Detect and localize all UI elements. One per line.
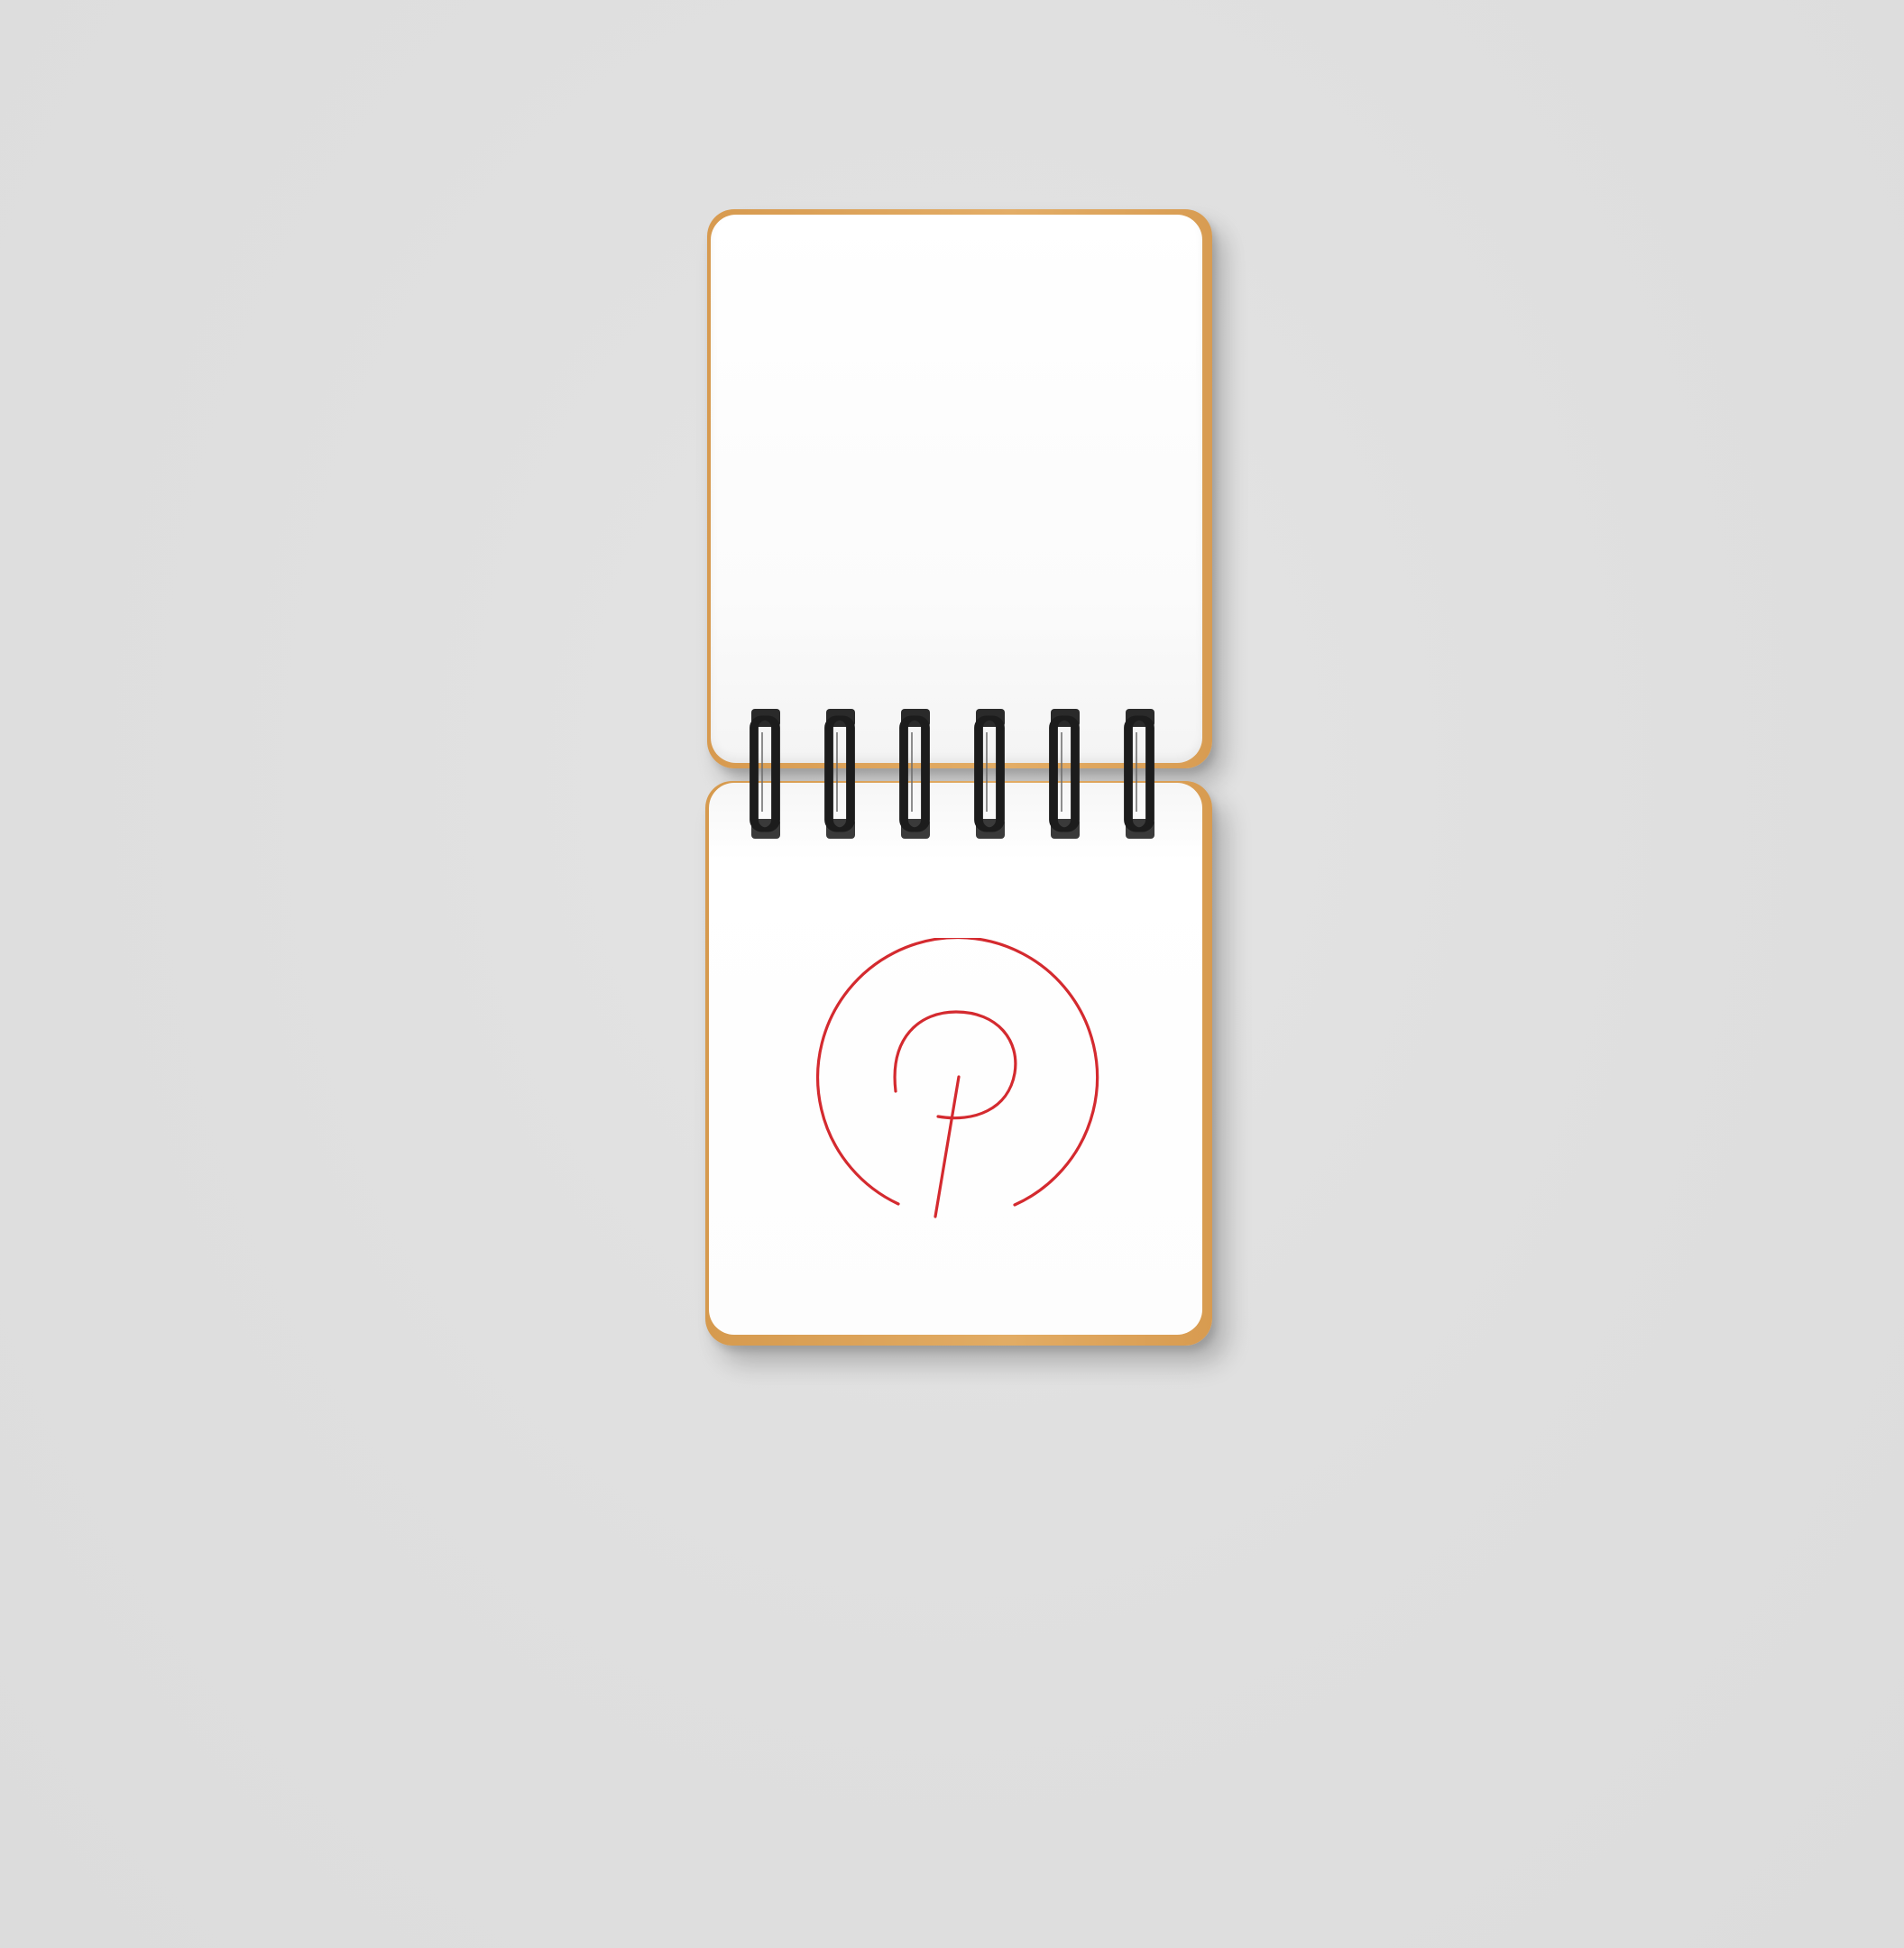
p-circle-logo-icon: [815, 938, 1099, 1218]
logo-p-stem: [934, 1075, 961, 1218]
mockup-scene: [0, 0, 1904, 1948]
logo-outer-arc: [815, 938, 1099, 1207]
notebook-top-page: [711, 215, 1202, 763]
